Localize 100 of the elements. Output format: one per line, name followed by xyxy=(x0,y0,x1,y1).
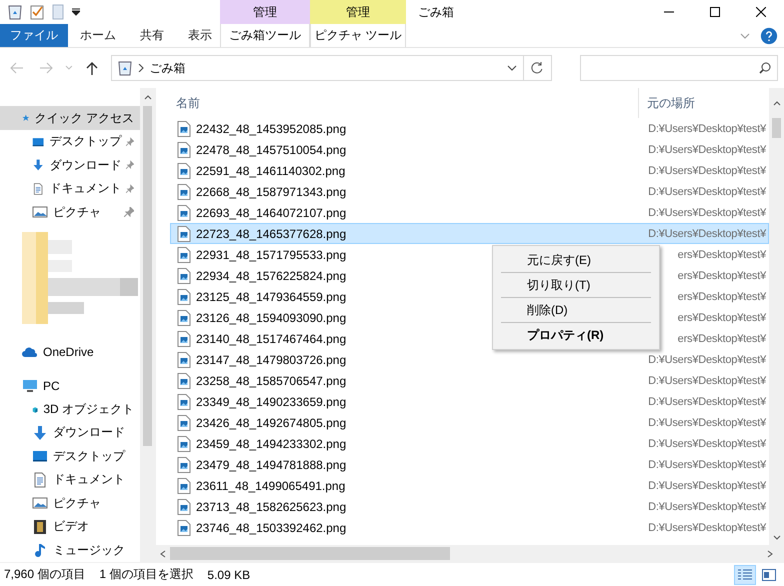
scrollbar-thumb[interactable] xyxy=(170,547,450,560)
sidebar-item[interactable]: デスクトップ xyxy=(0,444,140,468)
file-name[interactable]: 23611_48_1499065491.png xyxy=(196,478,346,492)
file-name[interactable]: 22693_48_1464072107.png xyxy=(196,206,346,220)
menu-item[interactable]: 元に戻す(E) xyxy=(493,248,659,272)
image-file-icon xyxy=(177,310,191,326)
location-text: D:¥Users¥Desktop¥test¥ xyxy=(648,144,766,156)
pin-icon[interactable] xyxy=(126,136,134,147)
document-icon xyxy=(32,180,44,197)
ribbon-tab[interactable]: ホーム xyxy=(68,24,128,47)
refresh-icon[interactable] xyxy=(531,62,544,74)
file-name[interactable]: 23140_48_1517467464.png xyxy=(196,332,346,346)
file-name[interactable]: 23479_48_1494781888.png xyxy=(196,458,346,472)
scroll-right-icon[interactable] xyxy=(767,550,773,558)
minimize-icon[interactable] xyxy=(664,11,674,13)
item-count: 7,960 個の項目 xyxy=(4,566,86,583)
forward-arrow-icon[interactable] xyxy=(39,62,54,74)
ribbon-tab[interactable]: ごみ箱ツール xyxy=(220,24,310,47)
scrollbar-thumb[interactable] xyxy=(772,118,781,138)
sidebar-item[interactable]: PC xyxy=(0,374,140,398)
tile-icon xyxy=(762,568,776,580)
pin-icon[interactable] xyxy=(126,160,134,170)
scrollbar[interactable] xyxy=(140,88,155,562)
location-text: ers¥Desktop¥test¥ xyxy=(678,290,766,302)
location-text: ers¥Desktop¥test¥ xyxy=(678,312,766,324)
search-field[interactable] xyxy=(580,55,778,81)
picture-icon xyxy=(32,495,48,512)
location-text: D:¥Users¥Desktop¥test¥ xyxy=(648,396,766,408)
file-name[interactable]: 23349_48_1490233659.png xyxy=(196,394,346,408)
image-file-icon xyxy=(177,226,191,242)
ribbon-tab[interactable]: ピクチャ ツール xyxy=(310,24,406,47)
scrollbar[interactable] xyxy=(769,88,784,545)
up-arrow-icon[interactable] xyxy=(86,61,98,75)
location-text: D:¥Users¥Desktop¥test¥ xyxy=(648,522,766,534)
file-name[interactable]: 23258_48_1585706547.png xyxy=(196,374,346,388)
sidebar-item[interactable]: ピクチャ xyxy=(0,492,140,516)
chevron-down-icon[interactable] xyxy=(506,65,517,71)
file-name[interactable]: 23746_48_1503392462.png xyxy=(196,520,346,534)
file-name[interactable]: 22432_48_1453952085.png xyxy=(196,122,346,136)
menu-item[interactable]: 切り取り(T) xyxy=(493,273,659,297)
file-name[interactable]: 23459_48_1494233302.png xyxy=(196,436,346,450)
context-tab-header: 管理 xyxy=(220,0,310,24)
horizontal-scrollbar[interactable] xyxy=(156,545,784,562)
scroll-left-icon[interactable] xyxy=(160,550,166,558)
help-icon[interactable] xyxy=(760,26,778,44)
pin-icon[interactable] xyxy=(126,184,134,194)
image-file-icon xyxy=(177,268,191,284)
image-file-icon xyxy=(177,204,191,220)
blank-page-icon[interactable] xyxy=(52,4,64,20)
chevron-right-icon xyxy=(138,64,144,72)
selected-row[interactable]: 22723_48_1465377628.png D:¥Users¥Desktop¥test¥ xyxy=(170,223,769,244)
document-icon xyxy=(32,472,48,488)
down-arrow-icon xyxy=(32,157,44,174)
image-file-icon xyxy=(177,520,191,536)
sidebar-item[interactable]: ビデオ xyxy=(0,515,140,539)
ribbon-tab[interactable]: 共有 xyxy=(128,24,176,47)
maximize-icon[interactable] xyxy=(710,7,720,17)
sidebar-item[interactable]: ダウンロード xyxy=(0,153,140,177)
ribbon-tab[interactable]: ファイル xyxy=(0,24,68,47)
file-name[interactable]: 22591_48_1461140302.png xyxy=(196,164,346,178)
file-name[interactable]: 22478_48_1457510054.png xyxy=(196,142,346,156)
image-file-icon xyxy=(177,330,191,346)
sidebar-item[interactable]: クイック アクセス xyxy=(0,106,140,130)
file-name[interactable]: 23713_48_1582625623.png xyxy=(196,500,346,514)
window-title: ごみ箱 xyxy=(417,4,455,20)
sidebar-item[interactable]: デスクトップ xyxy=(0,130,140,154)
sidebar-item[interactable]: 3D オブジェクト xyxy=(0,398,140,422)
file-name[interactable]: 22934_48_1576225824.png xyxy=(196,268,346,282)
music-note-icon xyxy=(32,542,48,558)
file-name[interactable]: 23147_48_1479803726.png xyxy=(196,352,346,366)
menu-item[interactable]: プロパティ(R) xyxy=(493,323,659,347)
scroll-down-icon[interactable] xyxy=(772,535,780,541)
scroll-up-icon[interactable] xyxy=(144,94,152,100)
selection-status: 1 個の項目を選択 xyxy=(99,566,194,583)
sidebar-item[interactable]: ドキュメント xyxy=(0,468,140,492)
address-bar[interactable]: ごみ箱 xyxy=(110,55,552,81)
file-name[interactable]: 22723_48_1465377628.png xyxy=(196,226,346,240)
checkbox-icon[interactable] xyxy=(30,4,44,20)
scrollbar-thumb[interactable] xyxy=(143,106,152,446)
sidebar-item[interactable]: ドキュメント xyxy=(0,176,140,200)
sidebar-item[interactable]: ダウンロード xyxy=(0,421,140,445)
location-text: D:¥Users¥Desktop¥test¥ xyxy=(648,186,766,198)
menu-item[interactable]: 削除(D) xyxy=(493,298,659,322)
file-name[interactable]: 22931_48_1571795533.png xyxy=(196,248,346,262)
file-name[interactable]: 23426_48_1492674805.png xyxy=(196,416,346,430)
back-arrow-icon[interactable] xyxy=(10,62,24,74)
details-view-button[interactable] xyxy=(734,564,756,584)
sidebar-item[interactable]: OneDrive xyxy=(0,340,140,364)
sidebar-item[interactable]: ミュージック xyxy=(0,538,140,562)
column-header[interactable]: 名前 xyxy=(156,88,638,118)
file-name[interactable]: 23125_48_1479364559.png xyxy=(196,290,346,304)
file-name[interactable]: 23126_48_1594093090.png xyxy=(196,310,346,324)
sidebar-item[interactable]: ピクチャ xyxy=(0,200,140,224)
scroll-up-icon[interactable] xyxy=(772,100,780,106)
dropdown-icon[interactable] xyxy=(72,8,80,16)
image-file-icon xyxy=(177,372,191,388)
image-file-icon xyxy=(177,142,191,158)
close-icon[interactable] xyxy=(756,7,766,17)
file-name[interactable]: 22668_48_1587971343.png xyxy=(196,184,346,198)
pin-icon[interactable] xyxy=(124,207,134,218)
